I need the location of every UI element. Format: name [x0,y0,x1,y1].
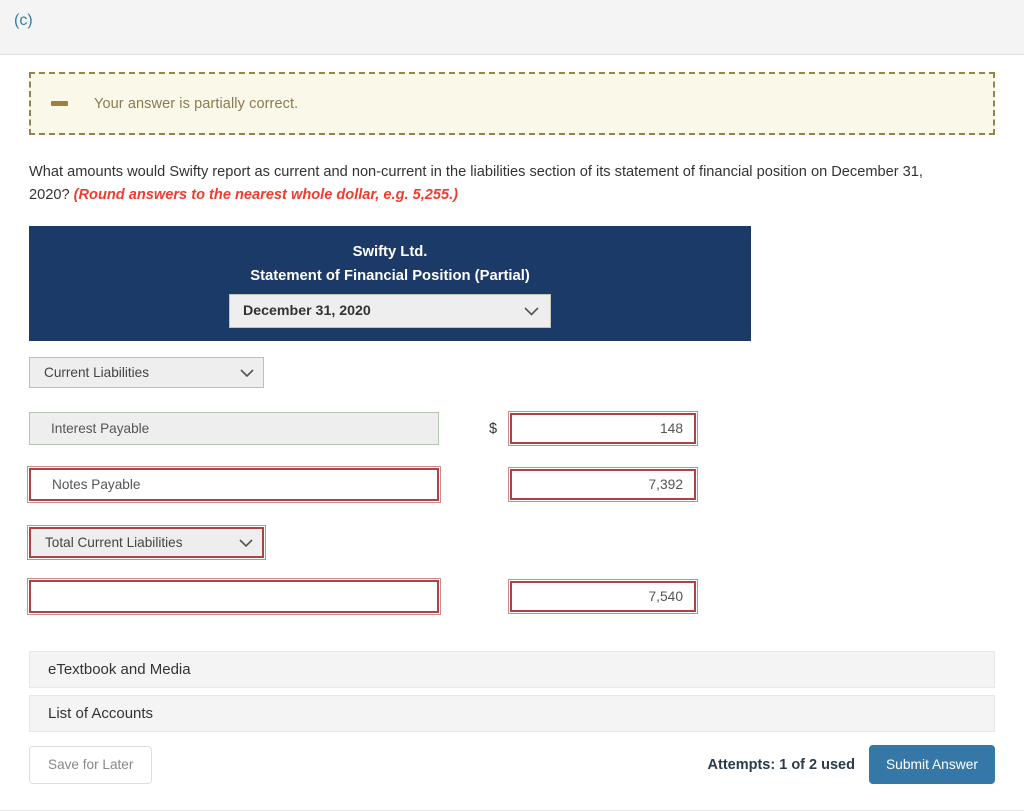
liabilities-form: Current Liabilities Interest Payable $ 1… [27,341,995,615]
question-page: (c) Your answer is partially correct. Wh… [0,0,1024,811]
section-select-value: Current Liabilities [44,365,150,380]
section-select[interactable]: Current Liabilities [29,357,264,388]
question-text: What amounts would Swifty report as curr… [29,161,964,207]
section-select-row: Current Liabilities [29,357,995,388]
question-emphasis: (Round answers to the nearest whole doll… [73,187,459,203]
dollar-sign-0: $ [488,420,498,437]
part-header: (c) [0,0,1024,55]
partial-correct-alert: Your answer is partially correct. [29,72,995,135]
date-select[interactable]: December 31, 2020 [229,294,551,328]
amount-input-0[interactable]: 148 [508,411,698,446]
part-label: (c) [14,12,33,29]
total-label-input[interactable] [27,578,441,615]
footer-right-group: Attempts: 1 of 2 used Submit Answer [708,745,995,784]
table-row: Interest Payable $ 148 [29,411,995,446]
submit-answer-button[interactable]: Submit Answer [868,745,995,784]
resources-accordion: eTextbook and Media List of Accounts [29,651,995,732]
company-name: Swifty Ltd. [352,244,428,260]
statement-title: Statement of Financial Position (Partial… [250,268,530,284]
save-for-later-button[interactable]: Save for Later [29,745,153,784]
total-amount-input[interactable]: 7,540 [508,579,698,614]
chevron-down-icon [239,538,253,547]
date-select-value: December 31, 2020 [243,303,371,319]
minus-icon [51,101,68,106]
accordion-item-accounts[interactable]: List of Accounts [29,695,995,732]
table-row: $ 7,540 [27,578,995,615]
table-row: Notes Payable $ 7,392 [27,466,995,503]
total-select[interactable]: Total Current Liabilities [27,525,266,560]
chevron-down-icon [524,306,539,316]
account-label-input-0[interactable]: Interest Payable [29,412,439,445]
chevron-down-icon [240,368,254,377]
amount-input-1[interactable]: 7,392 [508,467,698,502]
question-body: Your answer is partially correct. What a… [0,55,1024,811]
dollar-sign-total: $ [476,589,510,605]
dollar-sign-1: $ [476,477,510,493]
account-label-input-1[interactable]: Notes Payable [27,466,441,503]
attempts-counter: Attempts: 1 of 2 used [707,756,855,773]
statement-header: Swifty Ltd. Statement of Financial Posit… [29,226,751,341]
alert-message: Your answer is partially correct. [94,95,299,112]
footer-actions: Save for Later Attempts: 1 of 2 used Sub… [29,745,995,790]
accordion-item-etextbook[interactable]: eTextbook and Media [29,651,995,688]
total-select-value: Total Current Liabilities [45,535,183,550]
total-select-row: Total Current Liabilities [27,525,995,560]
